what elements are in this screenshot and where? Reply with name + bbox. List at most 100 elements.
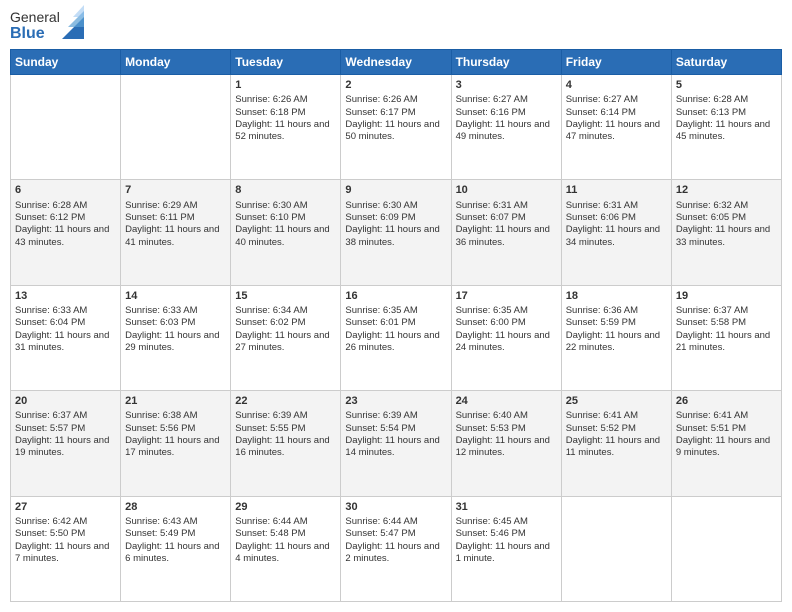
- sunset-text: Sunset: 5:47 PM: [345, 528, 415, 539]
- sunrise-text: Sunrise: 6:38 AM: [125, 410, 197, 421]
- calendar-cell: 8Sunrise: 6:30 AMSunset: 6:10 PMDaylight…: [231, 180, 341, 285]
- calendar-cell: 15Sunrise: 6:34 AMSunset: 6:02 PMDayligh…: [231, 285, 341, 390]
- daylight-text: Daylight: 11 hours and 34 minutes.: [566, 224, 660, 247]
- calendar-cell: 28Sunrise: 6:43 AMSunset: 5:49 PMDayligh…: [121, 496, 231, 601]
- sunset-text: Sunset: 6:03 PM: [125, 317, 195, 328]
- daylight-text: Daylight: 11 hours and 45 minutes.: [676, 119, 770, 142]
- weekday-header: Wednesday: [341, 49, 451, 74]
- calendar-cell: 10Sunrise: 6:31 AMSunset: 6:07 PMDayligh…: [451, 180, 561, 285]
- calendar-cell: 2Sunrise: 6:26 AMSunset: 6:17 PMDaylight…: [341, 74, 451, 179]
- sunset-text: Sunset: 6:02 PM: [235, 317, 305, 328]
- sunset-text: Sunset: 6:04 PM: [15, 317, 85, 328]
- day-number: 7: [125, 183, 226, 197]
- calendar-week-row: 13Sunrise: 6:33 AMSunset: 6:04 PMDayligh…: [11, 285, 782, 390]
- sunrise-text: Sunrise: 6:39 AM: [235, 410, 307, 421]
- calendar-header-row: SundayMondayTuesdayWednesdayThursdayFrid…: [11, 49, 782, 74]
- daylight-text: Daylight: 11 hours and 12 minutes.: [456, 435, 550, 458]
- calendar-cell: 4Sunrise: 6:27 AMSunset: 6:14 PMDaylight…: [561, 74, 671, 179]
- daylight-text: Daylight: 11 hours and 40 minutes.: [235, 224, 329, 247]
- calendar-cell: [11, 74, 121, 179]
- logo-arrow-icon: [62, 5, 84, 39]
- sunset-text: Sunset: 6:07 PM: [456, 212, 526, 223]
- sunrise-text: Sunrise: 6:35 AM: [345, 305, 417, 316]
- calendar-cell: 16Sunrise: 6:35 AMSunset: 6:01 PMDayligh…: [341, 285, 451, 390]
- page: General Blue SundayMondayTuesdayWednesda…: [0, 0, 792, 612]
- sunrise-text: Sunrise: 6:44 AM: [235, 516, 307, 527]
- daylight-text: Daylight: 11 hours and 1 minute.: [456, 541, 550, 564]
- daylight-text: Daylight: 11 hours and 49 minutes.: [456, 119, 550, 142]
- day-number: 6: [15, 183, 116, 197]
- daylight-text: Daylight: 11 hours and 26 minutes.: [345, 330, 439, 353]
- calendar-cell: 1Sunrise: 6:26 AMSunset: 6:18 PMDaylight…: [231, 74, 341, 179]
- sunset-text: Sunset: 6:17 PM: [345, 107, 415, 118]
- daylight-text: Daylight: 11 hours and 6 minutes.: [125, 541, 219, 564]
- day-number: 9: [345, 183, 446, 197]
- day-number: 2: [345, 78, 446, 92]
- calendar-cell: 6Sunrise: 6:28 AMSunset: 6:12 PMDaylight…: [11, 180, 121, 285]
- sunset-text: Sunset: 5:48 PM: [235, 528, 305, 539]
- sunset-text: Sunset: 5:54 PM: [345, 423, 415, 434]
- sunrise-text: Sunrise: 6:33 AM: [125, 305, 197, 316]
- calendar-cell: 20Sunrise: 6:37 AMSunset: 5:57 PMDayligh…: [11, 391, 121, 496]
- sunrise-text: Sunrise: 6:28 AM: [15, 200, 87, 211]
- calendar-cell: 29Sunrise: 6:44 AMSunset: 5:48 PMDayligh…: [231, 496, 341, 601]
- day-number: 1: [235, 78, 336, 92]
- sunset-text: Sunset: 6:00 PM: [456, 317, 526, 328]
- sunset-text: Sunset: 5:56 PM: [125, 423, 195, 434]
- calendar-cell: 18Sunrise: 6:36 AMSunset: 5:59 PMDayligh…: [561, 285, 671, 390]
- calendar-cell: 11Sunrise: 6:31 AMSunset: 6:06 PMDayligh…: [561, 180, 671, 285]
- calendar-cell: 31Sunrise: 6:45 AMSunset: 5:46 PMDayligh…: [451, 496, 561, 601]
- sunrise-text: Sunrise: 6:32 AM: [676, 200, 748, 211]
- logo: General Blue: [10, 10, 84, 43]
- day-number: 21: [125, 394, 226, 408]
- calendar-cell: 14Sunrise: 6:33 AMSunset: 6:03 PMDayligh…: [121, 285, 231, 390]
- sunset-text: Sunset: 6:12 PM: [15, 212, 85, 223]
- calendar-week-row: 20Sunrise: 6:37 AMSunset: 5:57 PMDayligh…: [11, 391, 782, 496]
- sunrise-text: Sunrise: 6:41 AM: [676, 410, 748, 421]
- sunset-text: Sunset: 5:50 PM: [15, 528, 85, 539]
- sunset-text: Sunset: 5:55 PM: [235, 423, 305, 434]
- sunset-text: Sunset: 6:05 PM: [676, 212, 746, 223]
- sunset-text: Sunset: 5:46 PM: [456, 528, 526, 539]
- calendar-cell: 27Sunrise: 6:42 AMSunset: 5:50 PMDayligh…: [11, 496, 121, 601]
- daylight-text: Daylight: 11 hours and 9 minutes.: [676, 435, 770, 458]
- logo-container: General Blue: [10, 10, 84, 43]
- calendar-cell: 7Sunrise: 6:29 AMSunset: 6:11 PMDaylight…: [121, 180, 231, 285]
- sunrise-text: Sunrise: 6:31 AM: [566, 200, 638, 211]
- day-number: 16: [345, 289, 446, 303]
- calendar-cell: 25Sunrise: 6:41 AMSunset: 5:52 PMDayligh…: [561, 391, 671, 496]
- sunset-text: Sunset: 5:52 PM: [566, 423, 636, 434]
- sunrise-text: Sunrise: 6:30 AM: [345, 200, 417, 211]
- daylight-text: Daylight: 11 hours and 2 minutes.: [345, 541, 439, 564]
- day-number: 17: [456, 289, 557, 303]
- sunrise-text: Sunrise: 6:37 AM: [676, 305, 748, 316]
- daylight-text: Daylight: 11 hours and 16 minutes.: [235, 435, 329, 458]
- sunset-text: Sunset: 5:51 PM: [676, 423, 746, 434]
- day-number: 15: [235, 289, 336, 303]
- day-number: 10: [456, 183, 557, 197]
- calendar-cell: 12Sunrise: 6:32 AMSunset: 6:05 PMDayligh…: [671, 180, 781, 285]
- calendar-cell: 23Sunrise: 6:39 AMSunset: 5:54 PMDayligh…: [341, 391, 451, 496]
- day-number: 14: [125, 289, 226, 303]
- daylight-text: Daylight: 11 hours and 27 minutes.: [235, 330, 329, 353]
- sunset-text: Sunset: 5:59 PM: [566, 317, 636, 328]
- sunrise-text: Sunrise: 6:39 AM: [345, 410, 417, 421]
- weekday-header: Sunday: [11, 49, 121, 74]
- sunrise-text: Sunrise: 6:37 AM: [15, 410, 87, 421]
- daylight-text: Daylight: 11 hours and 36 minutes.: [456, 224, 550, 247]
- sunset-text: Sunset: 6:11 PM: [125, 212, 195, 223]
- sunrise-text: Sunrise: 6:36 AM: [566, 305, 638, 316]
- day-number: 4: [566, 78, 667, 92]
- weekday-header: Monday: [121, 49, 231, 74]
- daylight-text: Daylight: 11 hours and 11 minutes.: [566, 435, 660, 458]
- sunrise-text: Sunrise: 6:26 AM: [235, 94, 307, 105]
- day-number: 30: [345, 500, 446, 514]
- calendar-cell: 26Sunrise: 6:41 AMSunset: 5:51 PMDayligh…: [671, 391, 781, 496]
- day-number: 25: [566, 394, 667, 408]
- day-number: 20: [15, 394, 116, 408]
- sunset-text: Sunset: 6:09 PM: [345, 212, 415, 223]
- sunrise-text: Sunrise: 6:29 AM: [125, 200, 197, 211]
- calendar-cell: 24Sunrise: 6:40 AMSunset: 5:53 PMDayligh…: [451, 391, 561, 496]
- day-number: 19: [676, 289, 777, 303]
- sunrise-text: Sunrise: 6:44 AM: [345, 516, 417, 527]
